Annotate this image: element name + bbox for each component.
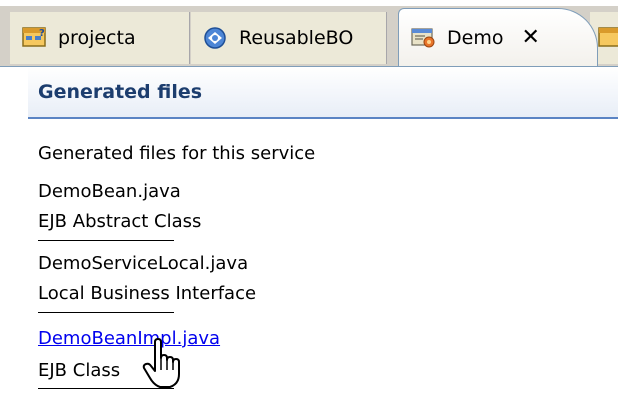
file-type-demoservicelocal: Local Business Interface: [38, 283, 257, 304]
section-title[interactable]: Generated files: [28, 67, 618, 119]
generated-files-section: Generated files Generated files for this…: [0, 66, 618, 411]
hand-cursor-icon: [142, 338, 180, 388]
editor-tab-bar: ? projecta ReusableBO Demo ✕: [0, 0, 618, 66]
tab-reusablebo-label: ReusableBO: [239, 27, 354, 49]
file-name-demobean: DemoBean.java: [38, 181, 181, 202]
svg-text:?: ?: [39, 28, 45, 39]
globe-icon: [204, 27, 226, 49]
tab-projecta-label: projecta: [58, 27, 136, 49]
tab-reusablebo[interactable]: ReusableBO: [191, 12, 387, 64]
file-type-demobeanimpl: EJB Class: [38, 360, 121, 381]
file-divider: [38, 312, 174, 313]
project-icon: ?: [22, 27, 46, 47]
tab-projecta[interactable]: ? projecta: [10, 12, 190, 64]
file-divider: [38, 240, 174, 241]
section-description: Generated files for this service: [38, 143, 316, 164]
editor-window: ? projecta ReusableBO Demo ✕ Generated f…: [0, 0, 618, 411]
file-name-demoservicelocal: DemoServiceLocal.java: [38, 253, 249, 274]
tab-demo-label: Demo: [447, 26, 504, 49]
file-link-demobeanimpl[interactable]: DemoBeanImpl.java: [38, 328, 220, 349]
editor-icon: [411, 27, 435, 47]
tab-demo[interactable]: Demo ✕: [398, 8, 598, 66]
project-icon: [598, 27, 618, 47]
file-type-demobean: EJB Abstract Class: [38, 211, 202, 232]
close-icon[interactable]: ✕: [521, 25, 539, 50]
